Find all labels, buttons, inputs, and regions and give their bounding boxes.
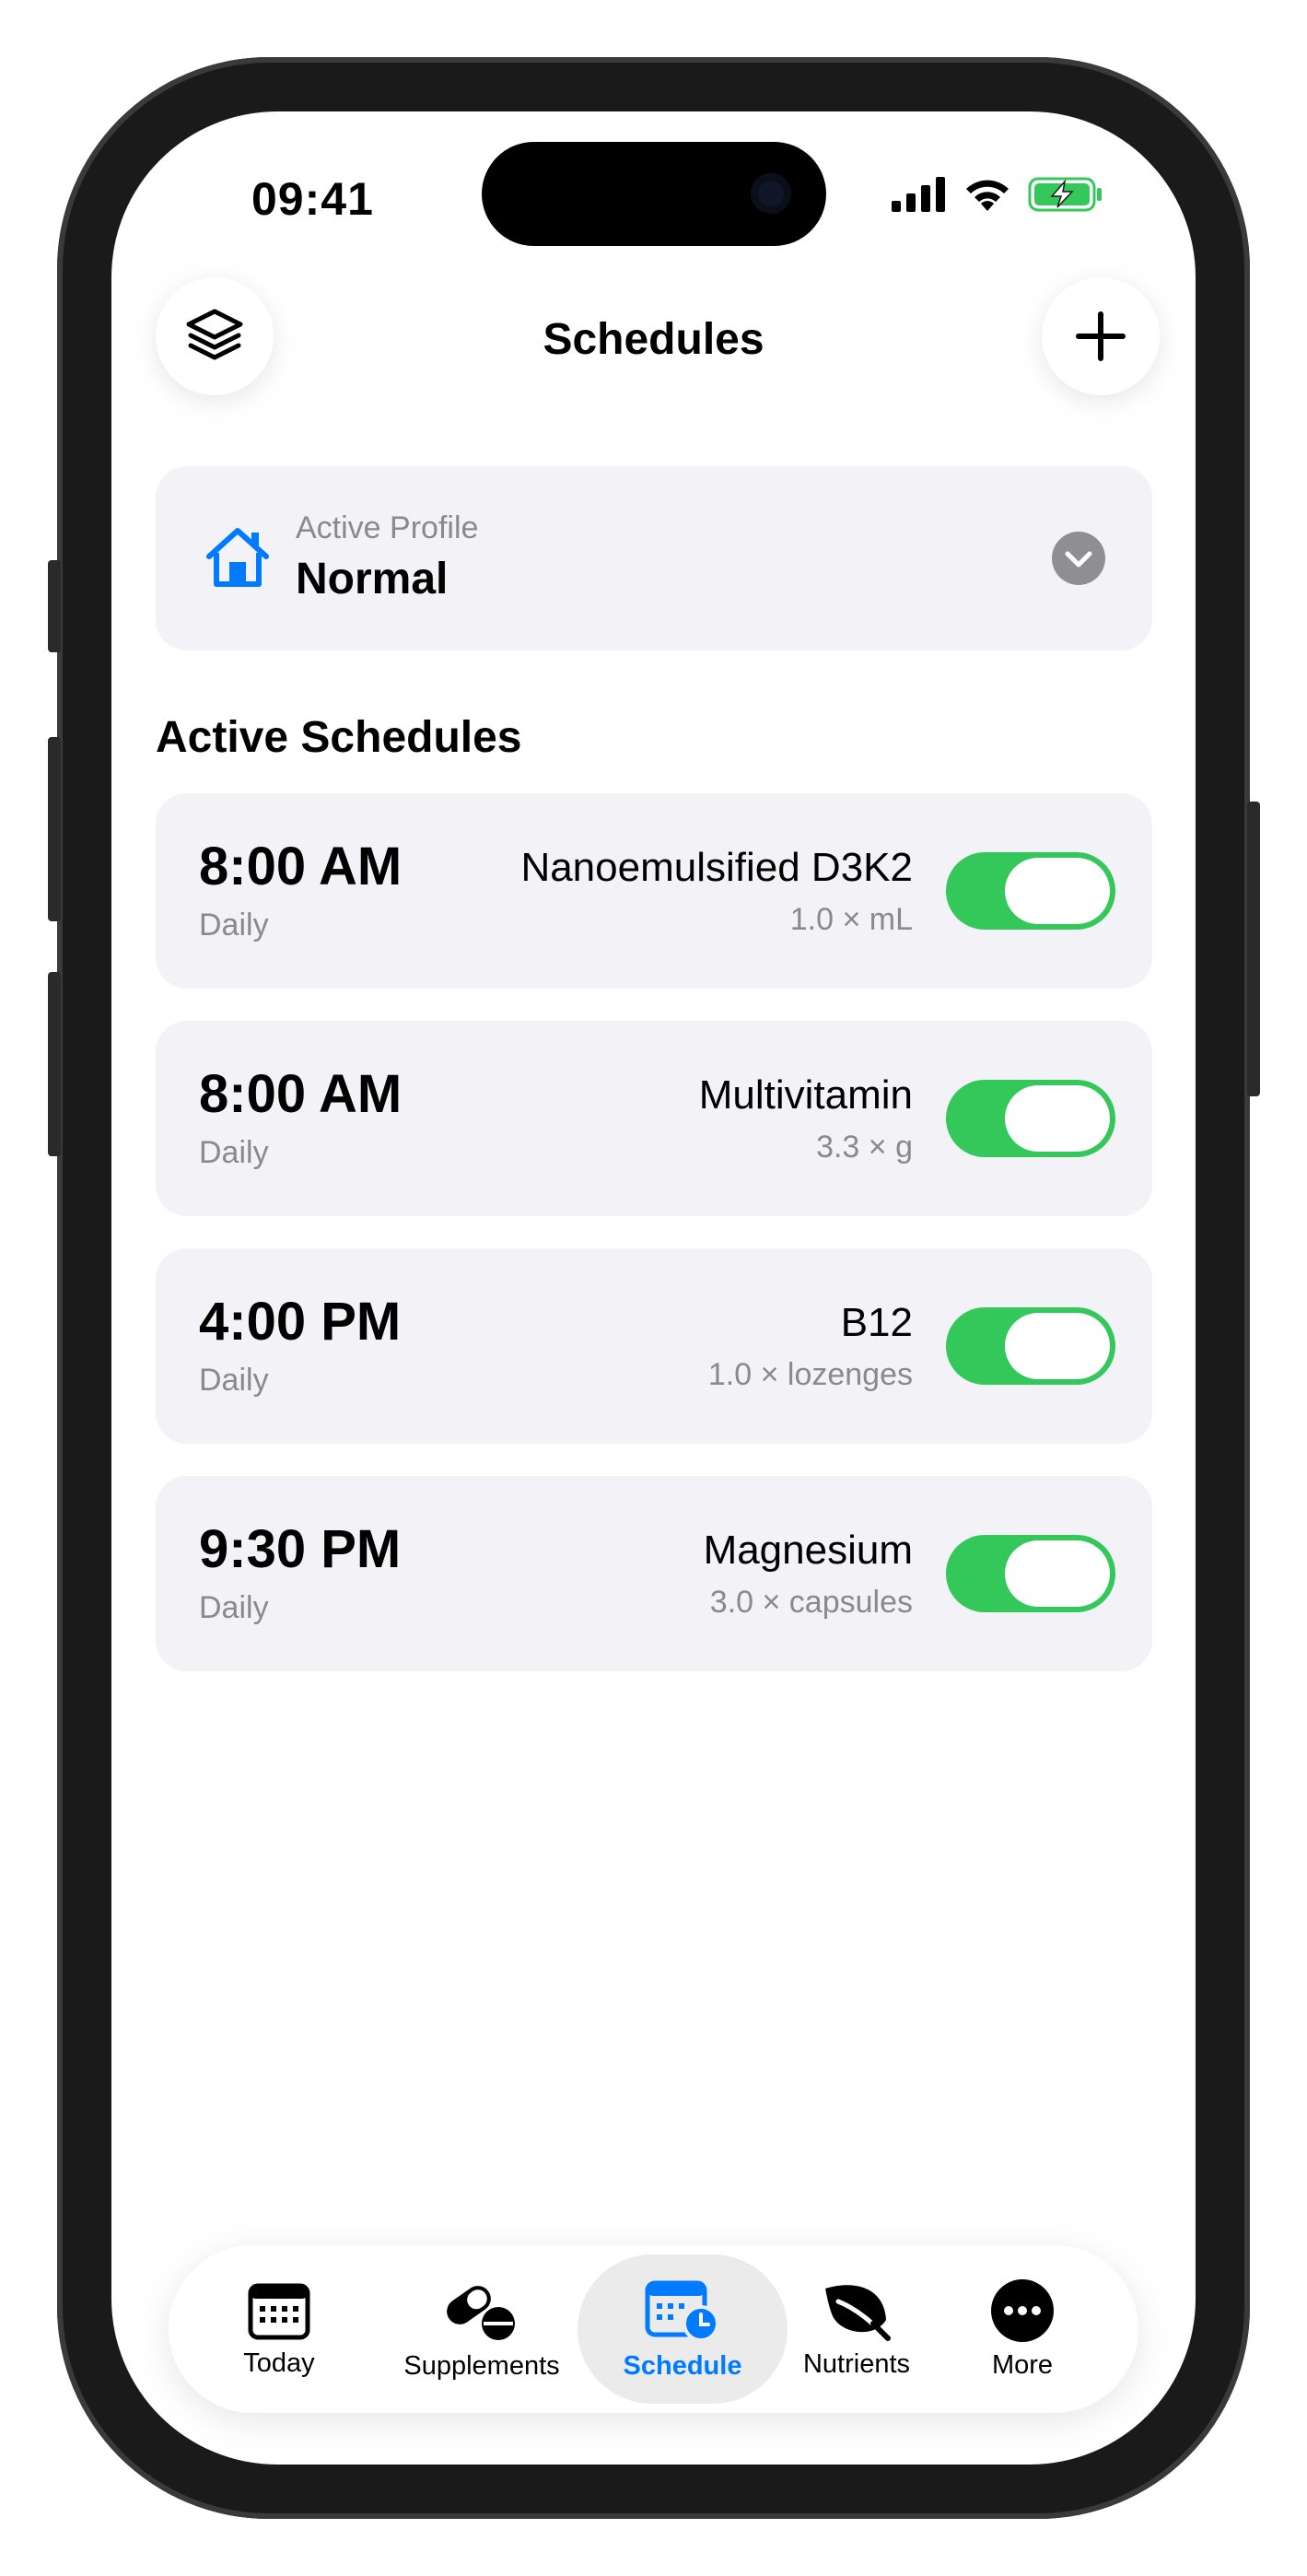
status-time: 09:41 [251, 173, 374, 225]
supplement-name: Multivitamin [698, 1072, 913, 1118]
schedule-frequency: Daily [199, 907, 269, 943]
profile-value: Normal [296, 555, 449, 603]
schedule-row[interactable]: 8:00 AM Daily Multivitamin 3.3 × g [156, 1021, 1152, 1216]
supplement-name: Nanoemulsified D3K2 [520, 845, 913, 890]
house-icon [206, 528, 269, 587]
battery-charging-icon [1028, 177, 1102, 212]
ellipsis-icon [991, 2278, 1054, 2342]
calendar-icon [248, 2283, 310, 2339]
tab-today[interactable]: Today [215, 2245, 344, 2413]
pills-icon [447, 2285, 515, 2340]
active-profile-selector[interactable]: Active Profile Normal [156, 466, 1152, 650]
schedule-row[interactable]: 9:30 PM Daily Magnesium 3.0 × capsules [156, 1476, 1152, 1671]
schedule-list: 8:00 AM Daily Nanoemulsified D3K2 1.0 × … [156, 793, 1152, 1704]
volume-down-button [48, 972, 61, 1156]
schedule-toggle[interactable] [946, 1307, 1115, 1385]
tab-label: Today [243, 2348, 315, 2378]
cellular-signal-icon [892, 177, 945, 212]
leaf-icon [825, 2284, 891, 2341]
supplement-name: B12 [840, 1300, 913, 1345]
schedule-time: 9:30 PM [199, 1519, 402, 1579]
schedule-frequency: Daily [199, 1135, 269, 1170]
supplement-dose: 1.0 × mL [789, 902, 913, 937]
tab-more[interactable]: More [963, 2245, 1082, 2413]
dynamic-island [482, 142, 826, 246]
tab-bar: Today Supplements Schedule Nutrients Mor… [169, 2245, 1138, 2413]
tab-supplements[interactable]: Supplements [390, 2245, 574, 2413]
camera-icon [751, 173, 791, 214]
schedule-row[interactable]: 4:00 PM Daily B12 1.0 × lozenges [156, 1248, 1152, 1444]
supplement-dose: 3.3 × g [816, 1130, 913, 1165]
tab-label: More [991, 2349, 1054, 2380]
schedule-frequency: Daily [199, 1590, 269, 1625]
schedule-row[interactable]: 8:00 AM Daily Nanoemulsified D3K2 1.0 × … [156, 793, 1152, 989]
section-title: Active Schedules [156, 713, 522, 762]
navigation-header: Schedules [111, 277, 1196, 397]
calendar-clock-icon [645, 2280, 719, 2342]
profile-label: Active Profile [296, 510, 479, 545]
supplement-dose: 1.0 × lozenges [707, 1357, 913, 1392]
toggle-knob [1005, 1540, 1110, 1607]
toggle-knob [1005, 858, 1110, 924]
supplement-name: Magnesium [703, 1528, 913, 1573]
action-button [48, 560, 61, 652]
schedule-time: 4:00 PM [199, 1292, 402, 1352]
add-schedule-button[interactable] [1042, 277, 1160, 395]
tab-label: Nutrients [802, 2348, 911, 2379]
schedule-time: 8:00 AM [199, 1064, 403, 1124]
chevron-down-icon [1052, 532, 1105, 585]
schedule-toggle[interactable] [946, 1535, 1115, 1612]
schedule-toggle[interactable] [946, 852, 1115, 930]
tab-label: Supplements [403, 2350, 560, 2381]
plus-icon [1076, 311, 1126, 361]
supplement-dose: 3.0 × capsules [709, 1585, 913, 1620]
toggle-knob [1005, 1313, 1110, 1379]
side-button [1247, 802, 1260, 1096]
toggle-knob [1005, 1085, 1110, 1152]
page-title: Schedules [543, 315, 764, 364]
status-icons [892, 176, 1103, 213]
schedule-frequency: Daily [199, 1363, 269, 1398]
volume-up-button [48, 737, 61, 921]
tab-label: Schedule [623, 2350, 742, 2381]
tab-nutrients[interactable]: Nutrients [788, 2245, 926, 2413]
tab-schedule[interactable]: Schedule [600, 2245, 765, 2413]
schedule-time: 8:00 AM [199, 837, 403, 896]
schedule-toggle[interactable] [946, 1080, 1115, 1157]
app-screen: 09:41 Schedules Active Profile Normal Ac… [111, 111, 1196, 2465]
wifi-icon [966, 180, 1009, 211]
